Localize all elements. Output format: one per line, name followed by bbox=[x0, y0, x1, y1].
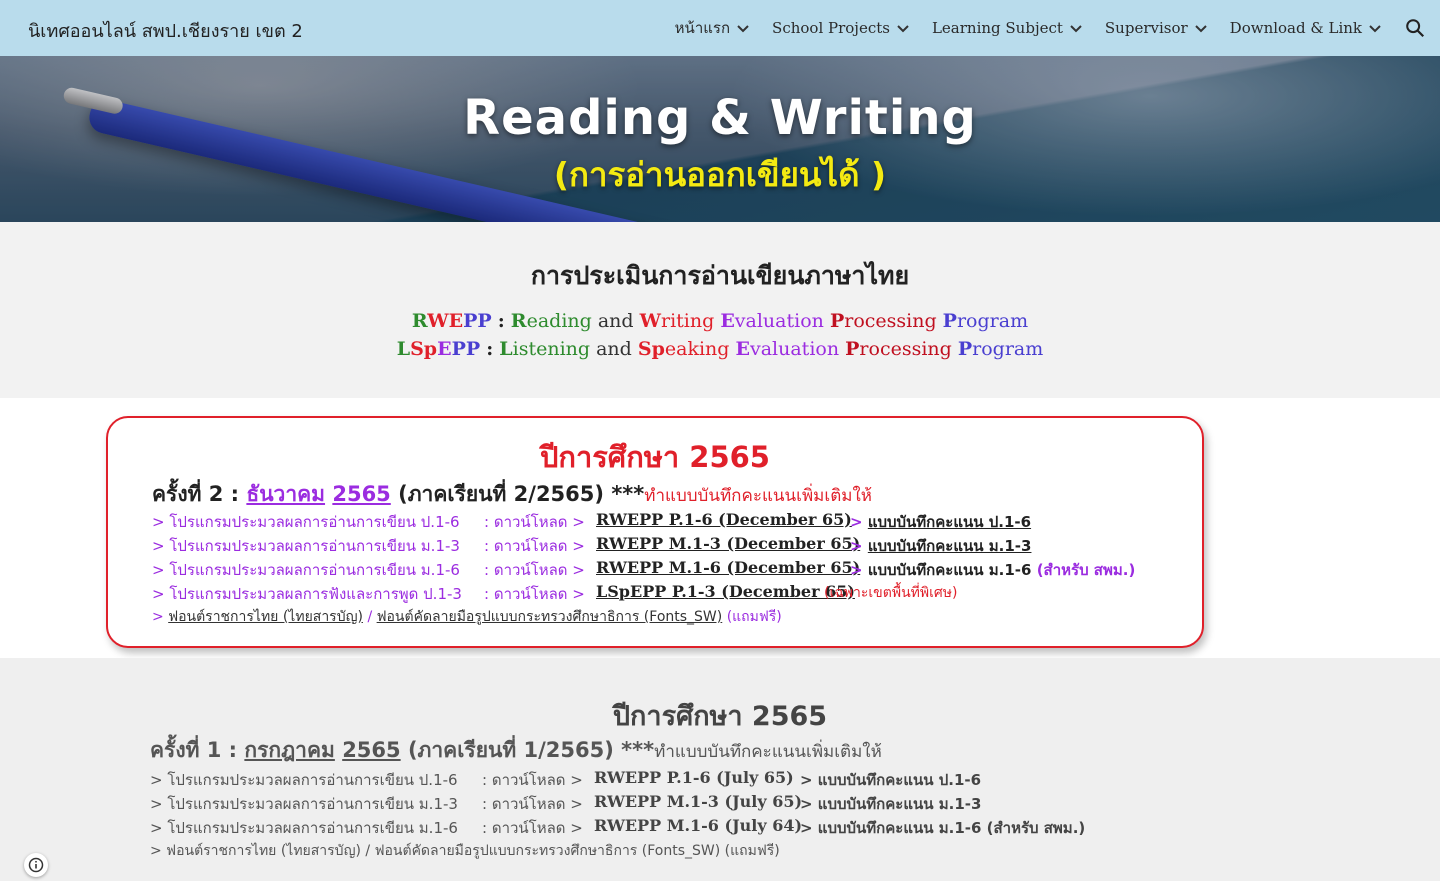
rwepp-p1-6-july-link[interactable]: RWEPP P.1-6 (July 65) bbox=[594, 768, 794, 787]
main-nav: หน้าแรก School Projects Learning Subject… bbox=[675, 0, 1426, 56]
search-icon[interactable] bbox=[1404, 17, 1426, 39]
nav-item-label: หน้าแรก bbox=[674, 19, 731, 37]
year-link[interactable]: 2565 bbox=[342, 738, 400, 762]
rwepp-m1-6-download-link[interactable]: RWEPP M.1-6 (December 65) bbox=[596, 558, 860, 577]
round1-section: ปีการศึกษา 2565 ครั้งที่ 1 : กรกฎาคม 256… bbox=[0, 658, 1440, 881]
program-row: > โปรแกรมประมวลผลการอ่านการเขียน ป.1-6 :… bbox=[152, 510, 1032, 531]
program-row: > โปรแกรมประมวลผลการอ่านการเขียน ม.1-6 :… bbox=[152, 558, 1136, 579]
chevron-down-icon bbox=[1194, 25, 1207, 33]
rwepp-definition: RWEPP : Reading and Writing Evaluation P… bbox=[411, 310, 1029, 332]
hero-title: Reading & Writing bbox=[463, 90, 977, 146]
nav-item-label: Learning Subject bbox=[931, 19, 1063, 37]
top-navigation-bar: นิเทศออนไลน์ สพป.เชียงราย เขต 2 หน้าแรก … bbox=[0, 0, 1440, 56]
nav-item-download-link[interactable]: Download & Link bbox=[1230, 19, 1382, 37]
rwepp-m1-3-july-link[interactable]: RWEPP M.1-3 (July 65) bbox=[594, 792, 802, 811]
site-title[interactable]: นิเทศออนไลน์ สพป.เชียงราย เขต 2 bbox=[28, 16, 303, 45]
info-button[interactable] bbox=[24, 853, 48, 877]
score-record-link[interactable]: > แบบบันทึกคะแนน ป.1-6 bbox=[800, 768, 981, 792]
rwepp-p1-6-download-link[interactable]: RWEPP P.1-6 (December 65) bbox=[596, 510, 852, 529]
program-row: > โปรแกรมประมวลผลการอ่านการเขียน ม.1-3 :… bbox=[150, 792, 1150, 814]
nav-item-learning-subject[interactable]: Learning Subject bbox=[932, 19, 1083, 37]
info-icon bbox=[28, 857, 44, 873]
chevron-down-icon bbox=[897, 25, 909, 33]
hero-banner: Reading & Writing (การอ่านออกเขียนได้ ) bbox=[0, 56, 1440, 222]
nav-item-school-projects[interactable]: School Projects bbox=[772, 19, 910, 37]
nav-item-label: School Projects bbox=[772, 19, 890, 37]
nav-item-home[interactable]: หน้าแรก bbox=[675, 16, 750, 40]
assessment-section: การประเมินการอ่านเขียนภาษาไทย RWEPP : Re… bbox=[0, 222, 1440, 398]
rwepp-m1-6-july-link[interactable]: RWEPP M.1-6 (July 64) bbox=[594, 816, 802, 835]
lspepp-p1-3-download-link[interactable]: LSpEPP P.1-3 (December 65) bbox=[596, 582, 855, 601]
month-link[interactable]: ธันวาคม bbox=[246, 482, 325, 506]
round2-section: ปีการศึกษา 2565 ครั้งที่ 2 : ธันวาคม 256… bbox=[0, 398, 1440, 658]
score-record-link[interactable]: แบบบันทึกคะแนน ป.1-6 bbox=[868, 513, 1031, 531]
program-row: > โปรแกรมประมวลผลการอ่านการเขียน ป.1-6 :… bbox=[150, 768, 1150, 790]
score-record-link[interactable]: แบบบันทึกคะแนน ม.1-3 bbox=[868, 537, 1032, 555]
score-record-link[interactable]: แบบบันทึกคะแนน ม.1-6 bbox=[868, 561, 1032, 579]
fonts-row: > ฟอนต์ราชการไทย (ไทยสารบัญ) / ฟอนต์คัดล… bbox=[152, 609, 782, 625]
score-record-link[interactable]: > แบบบันทึกคะแนน ม.1-6 (สำหรับ สพม.) bbox=[800, 816, 1085, 840]
month-link[interactable]: กรกฎาคม bbox=[244, 738, 335, 762]
thai-font-link[interactable]: ฟอนต์ราชการไทย (ไทยสารบัญ) bbox=[168, 609, 363, 625]
chevron-down-icon bbox=[1369, 25, 1381, 33]
score-record-link[interactable]: > แบบบันทึกคะแนน ม.1-3 bbox=[800, 792, 981, 816]
academic-year-title: ปีการศึกษา 2565 bbox=[612, 701, 828, 732]
chevron-down-icon bbox=[737, 25, 749, 33]
note-text: ทำแบบบันทึกคะแนนเพิ่มเติมให้ bbox=[644, 486, 872, 506]
handwriting-font-link[interactable]: ฟอนต์คัดลายมือรูปแบบกระทรวงศึกษาธิการ (F… bbox=[377, 609, 723, 625]
program-row: > โปรแกรมประมวลผลการอ่านการเขียน ม.1-3 :… bbox=[152, 534, 1032, 555]
academic-year-title: ปีการศึกษา 2565 bbox=[539, 440, 770, 474]
lsepp-definition: LSpEPP : Listening and Speaking Evaluati… bbox=[396, 338, 1044, 360]
hero-subtitle: (การอ่านออกเขียนได้ ) bbox=[553, 155, 887, 194]
program-row: > โปรแกรมประมวลผลการอ่านการเขียน ม.1-6 :… bbox=[150, 816, 1150, 838]
chevron-down-icon bbox=[1070, 25, 1082, 33]
round2-card: ปีการศึกษา 2565 ครั้งที่ 2 : ธันวาคม 256… bbox=[106, 416, 1204, 648]
nav-item-label: Supervisor bbox=[1104, 19, 1188, 37]
round1-heading: ครั้งที่ 1 : กรกฎาคม 2565 (ภาคเรียนที่ 1… bbox=[150, 738, 882, 762]
fonts-row[interactable]: > ฟอนต์ราชการไทย (ไทยสารบัญ) / ฟอนต์คัดล… bbox=[150, 840, 1150, 862]
nav-item-supervisor[interactable]: Supervisor bbox=[1105, 19, 1208, 37]
year-link[interactable]: 2565 bbox=[332, 482, 390, 506]
round2-heading: ครั้งที่ 2 : ธันวาคม 2565 (ภาคเรียนที่ 2… bbox=[152, 482, 872, 506]
nav-item-label: Download & Link bbox=[1229, 19, 1362, 37]
assessment-title: การประเมินการอ่านเขียนภาษาไทย bbox=[530, 261, 910, 290]
rwepp-m1-3-download-link[interactable]: RWEPP M.1-3 (December 65) bbox=[596, 534, 860, 553]
program-row: > โปรแกรมประมวลผลการฟังและการพูด ป.1-3 :… bbox=[152, 582, 958, 603]
